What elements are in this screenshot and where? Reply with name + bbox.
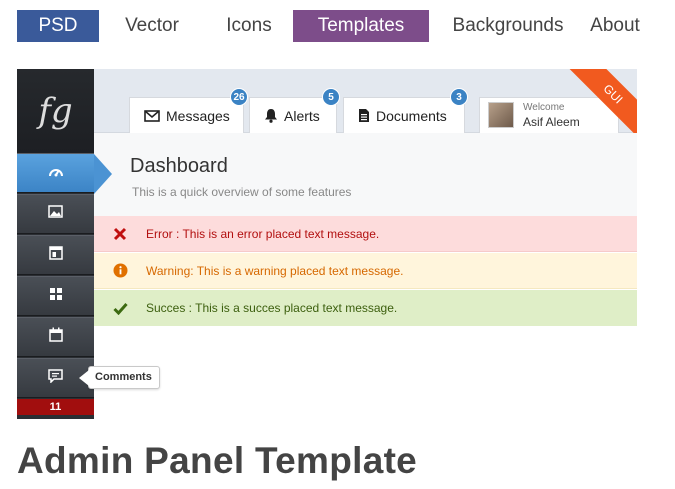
nav-psd[interactable]: PSD [17, 10, 99, 42]
error-message: Error : This is an error placed text mes… [94, 216, 637, 252]
layout-icon [48, 245, 63, 265]
user-card[interactable]: Welcome Asif Aleem [479, 97, 619, 133]
user-name: Asif Aleem [523, 115, 580, 129]
comments-count-badge: 11 [17, 399, 94, 415]
tab-messages[interactable]: Messages 26 [129, 88, 248, 133]
sidebar-item-layout[interactable] [17, 235, 94, 275]
checkmark-icon [94, 302, 146, 315]
success-text: Succes : This is a succes placed text me… [146, 301, 398, 315]
nav-vector[interactable]: Vector [99, 10, 205, 42]
tab-documents[interactable]: Documents 3 [343, 88, 468, 133]
nav-about[interactable]: About [587, 10, 643, 42]
success-message: Succes : This is a succes placed text me… [94, 290, 637, 326]
sidebar-item-calendar[interactable] [17, 317, 94, 357]
close-icon[interactable] [94, 227, 146, 241]
sidebar-item-dashboard[interactable] [17, 153, 112, 194]
image-icon [48, 205, 63, 223]
admin-panel-preview: Messages 26 Alerts 5 Documents 3 Welcome… [17, 69, 637, 419]
gauge-icon [48, 164, 64, 183]
panel-header: Messages 26 Alerts 5 Documents 3 Welcome… [94, 69, 637, 146]
calendar-icon [48, 327, 63, 347]
tab-documents-label: Documents [376, 107, 447, 124]
bell-icon [264, 108, 278, 123]
warning-message: Warning: This is a warning placed text m… [94, 253, 637, 289]
document-icon [358, 108, 370, 123]
grid-icon [49, 287, 63, 306]
envelope-icon [144, 109, 160, 122]
info-icon [94, 263, 146, 278]
sidebar: fg 11 [17, 69, 112, 419]
alerts-count-badge: 5 [322, 88, 340, 106]
sidebar-item-grid[interactable] [17, 276, 94, 316]
tab-messages-label: Messages [166, 107, 230, 124]
warning-text: Warning: This is a warning placed text m… [146, 263, 404, 278]
welcome-label: Welcome [523, 102, 565, 113]
sidebar-item-images[interactable] [17, 194, 94, 234]
error-text: Error : This is an error placed text mes… [146, 226, 380, 241]
nav-templates[interactable]: Templates [293, 10, 429, 42]
logo: fg [17, 69, 94, 153]
dashboard-heading: Dashboard This is a quick overview of so… [94, 133, 637, 216]
messages-count-badge: 26 [230, 88, 248, 106]
top-navigation: PSD Vector Icons Templates Backgrounds A… [17, 10, 643, 42]
nav-icons[interactable]: Icons [205, 10, 293, 42]
dashboard-title: Dashboard [130, 155, 228, 177]
tab-alerts[interactable]: Alerts 5 [249, 88, 340, 133]
dashboard-subtitle: This is a quick overview of some feature… [132, 185, 352, 199]
documents-count-badge: 3 [450, 88, 468, 106]
comment-icon [48, 368, 63, 388]
page-title: Admin Panel Template [17, 440, 418, 481]
avatar [488, 102, 514, 128]
nav-backgrounds[interactable]: Backgrounds [429, 10, 587, 42]
comments-tooltip: Comments [79, 366, 160, 389]
tab-alerts-label: Alerts [284, 107, 320, 124]
